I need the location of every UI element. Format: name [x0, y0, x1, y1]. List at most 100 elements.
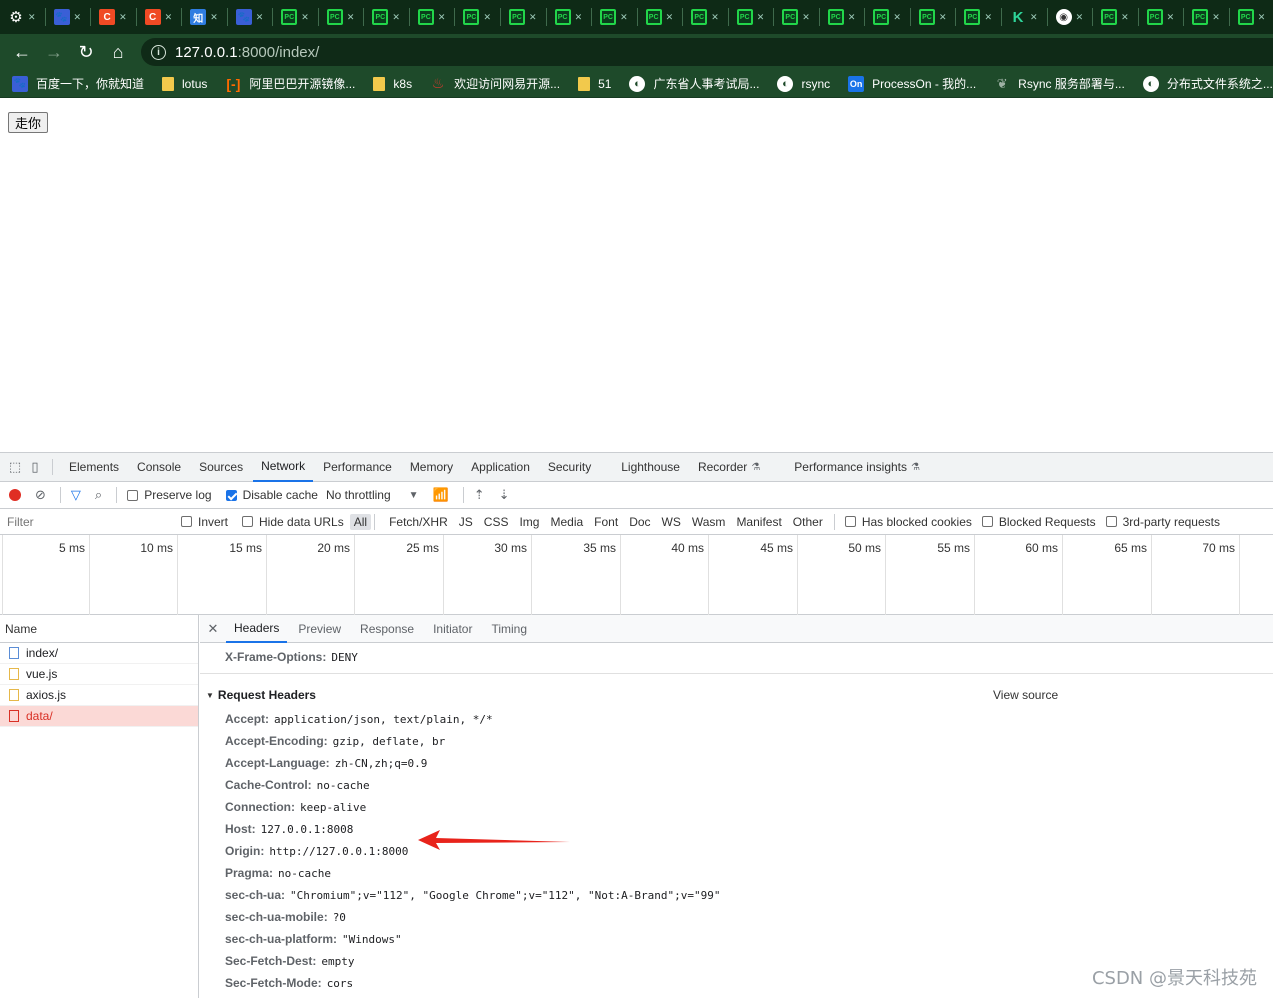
close-icon[interactable]: ✕	[939, 12, 947, 23]
close-icon[interactable]: ✕	[1212, 12, 1220, 23]
browser-tab[interactable]: PC ✕	[871, 5, 916, 29]
disable-cache-checkbox[interactable]: Disable cache	[225, 488, 318, 502]
detail-tab[interactable]: Preview	[290, 615, 349, 643]
detail-tab[interactable]: Timing	[483, 615, 535, 643]
close-icon[interactable]: ✕	[483, 12, 491, 23]
browser-tab[interactable]: PC ✕	[689, 5, 734, 29]
resource-type-filter[interactable]: Other	[789, 514, 827, 530]
browser-tab[interactable]: PC ✕	[553, 5, 598, 29]
browser-tab[interactable]: PC ✕	[1099, 5, 1144, 29]
browser-tab[interactable]: PC ✕	[325, 5, 370, 29]
close-icon[interactable]: ✕	[74, 12, 82, 23]
third-party-checkbox[interactable]: 3rd-party requests	[1105, 515, 1220, 529]
request-row[interactable]: index/	[0, 643, 198, 664]
devtools-tab[interactable]: Performance	[315, 453, 400, 482]
browser-tab[interactable]: PC ✕	[279, 5, 324, 29]
resource-type-filter[interactable]: Wasm	[688, 514, 730, 530]
devtools-tab[interactable]: Application	[463, 453, 538, 482]
devtools-tab[interactable]: Memory	[402, 453, 461, 482]
name-column-header[interactable]: Name	[0, 615, 198, 643]
close-icon[interactable]: ✕	[984, 12, 992, 23]
filter-icon[interactable]: ▽	[71, 487, 81, 503]
filter-input[interactable]	[3, 512, 169, 531]
close-icon[interactable]: ✕	[1258, 12, 1266, 23]
devtools-tab[interactable]: Sources	[191, 453, 251, 482]
close-icon[interactable]: ✕	[620, 12, 628, 23]
devtools-tab[interactable]: Security	[540, 453, 599, 482]
preserve-log-checkbox[interactable]: Preserve log	[127, 488, 212, 502]
chevron-down-icon[interactable]: ▼	[409, 490, 419, 501]
close-icon[interactable]: ✕	[1076, 12, 1084, 23]
bookmark-item[interactable]: 51	[578, 76, 611, 91]
close-icon[interactable]: ✕	[119, 12, 127, 23]
site-info-icon[interactable]: i	[151, 44, 166, 60]
resource-type-filter[interactable]: CSS	[480, 514, 513, 530]
export-har-icon[interactable]: ⇣	[499, 487, 510, 503]
bookmark-item[interactable]: 🐾 百度一下，你就知道	[12, 75, 144, 92]
resource-type-filter[interactable]: Doc	[625, 514, 654, 530]
browser-tab[interactable]: PC ✕	[1236, 5, 1273, 29]
resource-type-filter[interactable]: JS	[455, 514, 477, 530]
close-icon[interactable]: ✕	[438, 12, 446, 23]
close-icon[interactable]: ✕	[200, 621, 226, 637]
close-icon[interactable]: ✕	[28, 12, 36, 23]
bookmark-item[interactable]: k8s	[373, 76, 412, 91]
record-icon[interactable]	[9, 489, 21, 501]
resource-type-filter[interactable]: Fetch/XHR	[385, 514, 452, 530]
resource-type-filter[interactable]: Font	[590, 514, 622, 530]
close-icon[interactable]: ✕	[802, 12, 810, 23]
browser-tab[interactable]: 知 ✕	[188, 5, 233, 29]
browser-tab[interactable]: C ✕	[143, 5, 188, 29]
close-icon[interactable]: ✕	[347, 12, 355, 23]
browser-tab[interactable]: PC ✕	[644, 5, 689, 29]
browser-tab[interactable]: PC ✕	[962, 5, 1007, 29]
close-icon[interactable]: ✕	[301, 12, 309, 23]
browser-tab[interactable]: PC ✕	[598, 5, 643, 29]
network-overview-timeline[interactable]: 5 ms 10 ms 15 ms 20 ms 25 ms 30 ms 35 ms 40 ms 4…	[0, 535, 1273, 615]
detail-tab[interactable]: Headers	[226, 615, 288, 643]
bookmark-item[interactable]: On ProcessOn - 我的...	[848, 75, 976, 92]
browser-tab[interactable]: PC ✕	[780, 5, 825, 29]
close-icon[interactable]: ✕	[1030, 12, 1038, 23]
request-row[interactable]: vue.js	[0, 664, 198, 685]
search-icon[interactable]: ⌕	[95, 487, 102, 503]
browser-tab[interactable]: PC ✕	[1190, 5, 1235, 29]
browser-tab[interactable]: PC ✕	[370, 5, 415, 29]
close-icon[interactable]: ✕	[575, 12, 583, 23]
request-row[interactable]: data/	[0, 706, 198, 727]
close-icon[interactable]: ✕	[757, 12, 765, 23]
devtools-tab[interactable]: Elements	[61, 453, 127, 482]
browser-tab[interactable]: PC ✕	[1145, 5, 1190, 29]
view-source-link[interactable]: View source	[993, 688, 1058, 702]
devtools-tab[interactable]: Lighthouse	[613, 453, 688, 482]
device-toolbar-icon[interactable]: ▯	[26, 458, 44, 476]
close-icon[interactable]: ✕	[848, 12, 856, 23]
close-icon[interactable]: ✕	[1121, 12, 1129, 23]
inspect-element-icon[interactable]: ⬚	[6, 458, 24, 476]
invert-checkbox[interactable]: Invert	[181, 515, 228, 529]
browser-tab[interactable]: PC ✕	[507, 5, 552, 29]
close-icon[interactable]: ✕	[392, 12, 400, 23]
detail-tab[interactable]: Initiator	[425, 615, 480, 643]
back-icon[interactable]: ←	[6, 36, 38, 68]
bookmark-item[interactable]: lotus	[162, 76, 207, 91]
bookmark-item[interactable]: ♨ 欢迎访问网易开源...	[430, 75, 560, 92]
import-har-icon[interactable]: ⇡	[474, 487, 485, 503]
browser-tab[interactable]: 🐾 ✕	[52, 5, 97, 29]
close-icon[interactable]: ✕	[1167, 12, 1175, 23]
close-icon[interactable]: ✕	[529, 12, 537, 23]
devtools-tab[interactable]: Console	[129, 453, 189, 482]
forward-icon[interactable]: →	[38, 36, 70, 68]
browser-tab[interactable]: ◉ ✕	[1054, 5, 1099, 29]
close-icon[interactable]: ✕	[666, 12, 674, 23]
bookmark-item[interactable]: ❦ Rsync 服务部署与...	[994, 75, 1125, 92]
request-row[interactable]: axios.js	[0, 685, 198, 706]
detail-tab[interactable]: Response	[352, 615, 422, 643]
close-icon[interactable]: ✕	[210, 12, 218, 23]
close-icon[interactable]: ✕	[165, 12, 173, 23]
browser-tab[interactable]: C ✕	[97, 5, 142, 29]
close-icon[interactable]: ✕	[711, 12, 719, 23]
devtools-tab[interactable]: Network	[253, 453, 314, 482]
throttling-select[interactable]: No throttling	[326, 488, 391, 502]
browser-tab[interactable]: 🐾 ✕	[234, 5, 279, 29]
